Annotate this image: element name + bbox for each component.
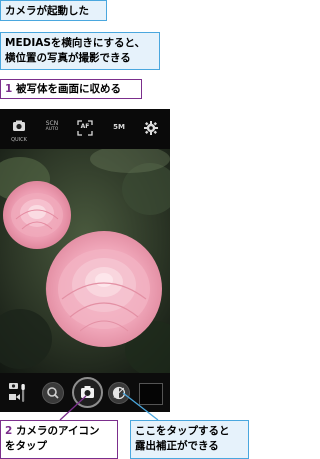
exposure-callout: ここをタップすると 露出補正ができる: [130, 420, 249, 459]
exposure-pointer-line: [122, 392, 159, 421]
exposure-line-2: 露出補正ができる: [135, 440, 219, 452]
step2-number: 2: [5, 425, 13, 437]
callout-pointers: [59, 392, 159, 421]
step2-line-1: カメラのアイコン: [15, 425, 100, 437]
shutter-pointer-line: [59, 395, 87, 421]
step2-callout: 2 カメラのアイコン をタップ: [0, 420, 118, 459]
exposure-line-1: ここをタップすると: [135, 425, 230, 437]
step2-line-2: をタップ: [5, 440, 47, 452]
